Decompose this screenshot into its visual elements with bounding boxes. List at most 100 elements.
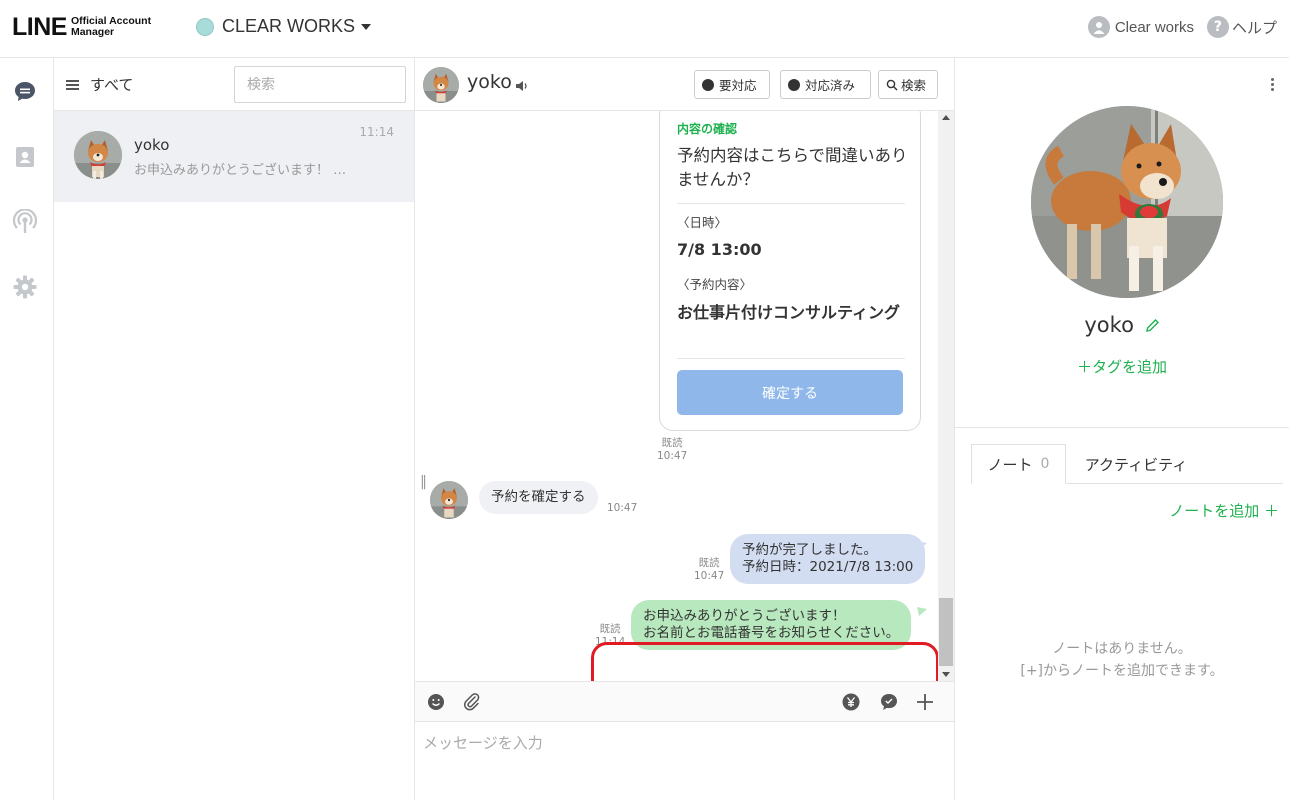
chat-item-time: 11:14: [359, 125, 394, 139]
chat-list-pane: すべて yoko お申込みありがとうございます！ お... 11:14: [54, 58, 415, 800]
chat-search-button[interactable]: 検索: [878, 70, 938, 99]
user-icon: [1087, 16, 1110, 38]
chat-search-input[interactable]: [234, 66, 406, 103]
message-input[interactable]: [415, 722, 954, 800]
message-time: 10:47: [694, 570, 725, 582]
card-question: 予約内容はこちらで間違いありませんか？: [677, 146, 908, 189]
user-menu[interactable]: Clear works: [1087, 16, 1194, 38]
card-content-label: 〈予約内容〉: [677, 277, 753, 292]
message-text: お申込みありがとうございます！: [643, 608, 846, 624]
tab-notes-label: ノート: [987, 455, 1033, 474]
broadcast-icon[interactable]: [11, 208, 39, 236]
help-icon: ?: [1206, 16, 1229, 38]
resolved-button[interactable]: 対応済み: [780, 70, 871, 99]
message-scrollbar[interactable]: [938, 111, 954, 681]
emoji-icon[interactable]: [425, 691, 447, 713]
avatar[interactable]: [423, 67, 459, 103]
message-text: 予約が完了しました。: [742, 542, 877, 558]
filter-label: すべて: [90, 76, 134, 94]
add-note-link[interactable]: ノートを追加 ＋: [1169, 500, 1279, 521]
message-time: 10:47: [607, 502, 638, 514]
empty-line: [+]からノートを追加できます。: [1020, 663, 1224, 679]
card-divider: [677, 358, 905, 359]
bubble-tail: [917, 541, 927, 550]
plus-icon[interactable]: [914, 691, 936, 713]
card-divider: [677, 203, 905, 204]
needs-reply-button[interactable]: 要対応: [694, 70, 770, 99]
read-receipt: 既読: [661, 437, 683, 449]
highlight-annotation: [591, 642, 938, 681]
profile-tabs: ノート 0 アクティビティ: [971, 444, 1283, 484]
chat-item-name: yoko: [134, 136, 170, 154]
speaker-icon[interactable]: [515, 77, 529, 96]
chat-list-header: すべて: [54, 58, 414, 111]
pane-resize-handle[interactable]: ‖: [420, 474, 427, 490]
message-time: 10:47: [657, 450, 688, 462]
divider: [955, 427, 1289, 428]
payment-icon[interactable]: [840, 691, 862, 713]
chat-pane: yoko 要対応 対応済み 検索 ‖ 内容の確認 予約内容はこちらで間違いありま…: [415, 58, 955, 800]
read-receipt: 既読: [698, 557, 720, 569]
avatar[interactable]: [430, 481, 468, 519]
line-oa-logo[interactable]: LINE Official Account Manager: [12, 12, 151, 42]
logo-subtext: Official Account Manager: [71, 16, 151, 38]
scroll-down-icon[interactable]: [942, 672, 950, 677]
help-link[interactable]: ? ヘルプ: [1206, 16, 1277, 38]
chat-bubble-check-icon: [788, 78, 800, 91]
scroll-thumb[interactable]: [939, 598, 953, 666]
message-text: お名前とお電話番号をお知らせください。: [643, 625, 900, 641]
help-label: ヘルプ: [1231, 18, 1277, 37]
settings-icon[interactable]: [11, 273, 39, 301]
chat-bubble-icon: [702, 78, 714, 91]
logo-subtext-line2: Manager: [70, 26, 115, 38]
profile-name: yoko: [955, 313, 1289, 338]
edit-pencil-icon[interactable]: [1145, 314, 1160, 338]
avatar: [74, 131, 122, 179]
user-name: Clear works: [1114, 18, 1194, 36]
notes-empty-state: ノートはありません。 [+]からノートを追加できます。: [955, 638, 1289, 682]
message-text: 予約を確定する: [491, 489, 586, 505]
chat-filter-dropdown[interactable]: すべて: [66, 74, 133, 95]
card-title: 内容の確認: [677, 122, 738, 136]
tab-notes[interactable]: ノート 0: [971, 444, 1066, 484]
attachment-icon[interactable]: [461, 691, 483, 713]
outgoing-message-bubble: 予約が完了しました。 予約日時：2021/7/8 13:00: [730, 534, 926, 584]
profile-pane: yoko ＋タグを追加 ノート 0 アクティビティ ノートを追加 ＋ ノートはあ…: [955, 58, 1289, 800]
chat-contact-name: yoko: [467, 71, 512, 93]
scroll-up-icon[interactable]: [942, 115, 950, 120]
read-receipt: 既読: [599, 623, 621, 635]
tab-activity[interactable]: アクティビティ: [1066, 444, 1206, 484]
message-meta: 既読 10:47: [657, 437, 687, 463]
confirm-button[interactable]: 確定する: [677, 370, 903, 415]
account-switcher[interactable]: CLEAR WORKS: [196, 16, 372, 37]
chat-item-preview: お申込みありがとうございます！ お...: [134, 163, 349, 178]
message-meta: 既読 10:47: [694, 557, 724, 583]
resolved-label: 対応済み: [805, 78, 856, 93]
card-content-value: お仕事片付けコンサルティング: [677, 303, 901, 322]
card-date-label: 〈日時〉: [677, 215, 728, 230]
tab-activity-label: アクティビティ: [1084, 455, 1188, 474]
bubble-tail: [917, 607, 927, 616]
chat-search-label: 検索: [901, 78, 927, 93]
incoming-message-bubble: 予約を確定する: [479, 481, 598, 514]
contacts-icon[interactable]: [11, 143, 39, 171]
chat-list-item[interactable]: yoko お申込みありがとうございます！ お... 11:14: [54, 111, 414, 202]
reservation-confirm-card: 内容の確認 予約内容はこちらで間違いありませんか？ 〈日時〉 7/8 13:00…: [659, 111, 921, 431]
composer-toolbar: [415, 681, 954, 722]
logo-text: LINE: [12, 12, 67, 41]
message-list[interactable]: ‖ 内容の確認 予約内容はこちらで間違いありませんか？ 〈日時〉 7/8 13:…: [415, 111, 938, 681]
needs-reply-label: 要対応: [719, 78, 757, 93]
empty-line: ノートはありません。: [1052, 641, 1192, 657]
message-text: 予約日時：2021/7/8 13:00: [742, 559, 914, 575]
search-icon: [886, 79, 898, 91]
chat-template-icon[interactable]: [878, 691, 900, 713]
left-nav-rail: [0, 58, 54, 800]
account-name: CLEAR WORKS: [222, 16, 356, 36]
add-tag-link[interactable]: ＋タグを追加: [955, 356, 1289, 377]
more-options-icon[interactable]: [1271, 76, 1275, 93]
account-icon: [196, 17, 214, 36]
top-header: LINE Official Account Manager CLEAR WORK…: [0, 0, 1289, 58]
caret-down-icon: [361, 23, 372, 30]
profile-avatar: [1031, 106, 1223, 298]
chat-icon[interactable]: [11, 78, 39, 106]
